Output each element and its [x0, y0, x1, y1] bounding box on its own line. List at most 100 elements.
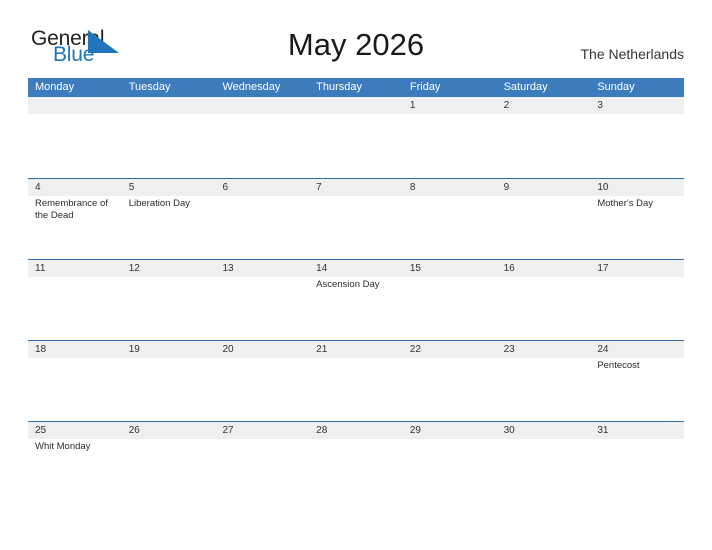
day-cell[interactable]: 26 [122, 422, 216, 502]
weekday-wednesday: Wednesday [222, 81, 281, 93]
day-number: 31 [597, 425, 609, 436]
day-number: 10 [597, 182, 609, 193]
day-cell[interactable]: 22 [403, 341, 497, 421]
day-number: 24 [597, 344, 609, 355]
day-events: Ascension Day [316, 277, 403, 291]
holiday-event: Pentecost [597, 360, 640, 371]
day-events [597, 114, 684, 116]
day-cell[interactable]: 12 [122, 260, 216, 340]
day-cell[interactable]: 20 [215, 341, 309, 421]
day-events [35, 358, 122, 360]
day-cell[interactable]: 25 Whit Monday [28, 422, 122, 502]
page-header: General Blue May 2026 The Netherlands [0, 0, 712, 76]
day-events [597, 439, 684, 441]
day-cells: 4 Remembrance of the Dead 5 Liberation Day 6… [28, 179, 684, 259]
day-number: 14 [316, 263, 328, 274]
day-cell[interactable]: 31 [590, 422, 684, 502]
calendar-week-row: 25 Whit Monday 26 27 28 29 30 31 [28, 421, 684, 502]
day-cell[interactable]: 19 [122, 341, 216, 421]
day-cell[interactable]: 27 [215, 422, 309, 502]
day-cell[interactable]: 14 Ascension Day [309, 260, 403, 340]
day-number: 27 [222, 425, 234, 436]
holiday-event: Whit Monday [35, 441, 91, 452]
weekday-saturday: Saturday [503, 81, 548, 93]
day-cell[interactable]: 9 [497, 179, 591, 259]
day-events [222, 277, 309, 279]
day-cell[interactable]: 29 [403, 422, 497, 502]
day-cell[interactable]: 5 Liberation Day [122, 179, 216, 259]
weekday-sunday: Sunday [597, 81, 635, 93]
day-number: 8 [409, 182, 416, 193]
day-cell[interactable]: 13 [215, 260, 309, 340]
day-cell[interactable]: 6 [215, 179, 309, 259]
weekday-monday: Monday [35, 81, 75, 93]
day-events [35, 277, 122, 279]
day-events: Remembrance of the Dead [35, 196, 122, 222]
day-events [316, 358, 403, 360]
day-number: 16 [503, 263, 515, 274]
day-number: 15 [409, 263, 421, 274]
day-events: Liberation Day [129, 196, 216, 210]
day-events [504, 358, 591, 360]
day-events [316, 114, 403, 116]
day-events [129, 277, 216, 279]
day-events [316, 196, 403, 198]
day-events [222, 196, 309, 198]
holiday-event: Remembrance of the Dead [35, 198, 108, 221]
day-cell[interactable]: 23 [497, 341, 591, 421]
day-cell[interactable]: 24 Pentecost [590, 341, 684, 421]
day-cell[interactable]: 15 [403, 260, 497, 340]
calendar-weeks: 1 2 3 4 Remembrance of the Dead 5 Liberation D… [28, 97, 684, 502]
day-number: 6 [222, 182, 228, 193]
day-cell[interactable]: 2 [497, 97, 591, 178]
region-label: The Netherlands [580, 46, 684, 62]
holiday-event: Mother's Day [597, 198, 653, 209]
day-events [222, 358, 309, 360]
day-cell-empty [28, 97, 122, 178]
day-number: 3 [597, 100, 603, 111]
day-events [410, 439, 497, 441]
day-events [504, 114, 591, 116]
day-cell[interactable]: 10 Mother's Day [590, 179, 684, 259]
day-number: 5 [128, 182, 135, 193]
day-events [504, 196, 591, 198]
day-number: 21 [316, 344, 328, 355]
weekday-thursday: Thursday [316, 81, 363, 93]
day-cell[interactable]: 30 [497, 422, 591, 502]
day-number: 11 [35, 263, 46, 274]
day-events [129, 439, 216, 441]
holiday-event: Ascension Day [316, 279, 380, 290]
day-number: 7 [316, 182, 322, 193]
day-number: 9 [503, 182, 510, 193]
day-events [410, 196, 497, 198]
day-number: 4 [35, 182, 41, 193]
day-cell[interactable]: 16 [497, 260, 591, 340]
day-number: 22 [409, 344, 421, 355]
day-cell[interactable]: 1 [403, 97, 497, 178]
calendar-week-row: 1 2 3 [28, 97, 684, 178]
weekday-friday: Friday [409, 81, 441, 93]
calendar-week-row: 18 19 20 21 22 23 24 Pentecost [28, 340, 684, 421]
day-cell[interactable]: 11 [28, 260, 122, 340]
day-events [316, 439, 403, 441]
day-cell[interactable]: 3 [590, 97, 684, 178]
day-cells: 1 2 3 [28, 97, 684, 178]
day-cell[interactable]: 18 [28, 341, 122, 421]
day-cell[interactable]: 17 [590, 260, 684, 340]
day-number: 25 [35, 425, 47, 436]
day-events: Pentecost [597, 358, 684, 372]
day-number: 1 [409, 100, 416, 111]
day-cell-empty [122, 97, 216, 178]
day-cell[interactable]: 7 [309, 179, 403, 259]
weekday-header-row: Monday Tuesday Wednesday Thursday Friday… [28, 78, 684, 97]
day-cell[interactable]: 8 [403, 179, 497, 259]
day-number: 28 [316, 425, 328, 436]
day-cell[interactable]: 21 [309, 341, 403, 421]
day-cell[interactable]: 4 Remembrance of the Dead [28, 179, 122, 259]
day-events [222, 114, 309, 116]
day-number: 2 [503, 100, 510, 111]
day-number: 30 [503, 425, 515, 436]
day-cell[interactable]: 28 [309, 422, 403, 502]
day-events [504, 277, 591, 279]
day-number: 26 [128, 425, 140, 436]
